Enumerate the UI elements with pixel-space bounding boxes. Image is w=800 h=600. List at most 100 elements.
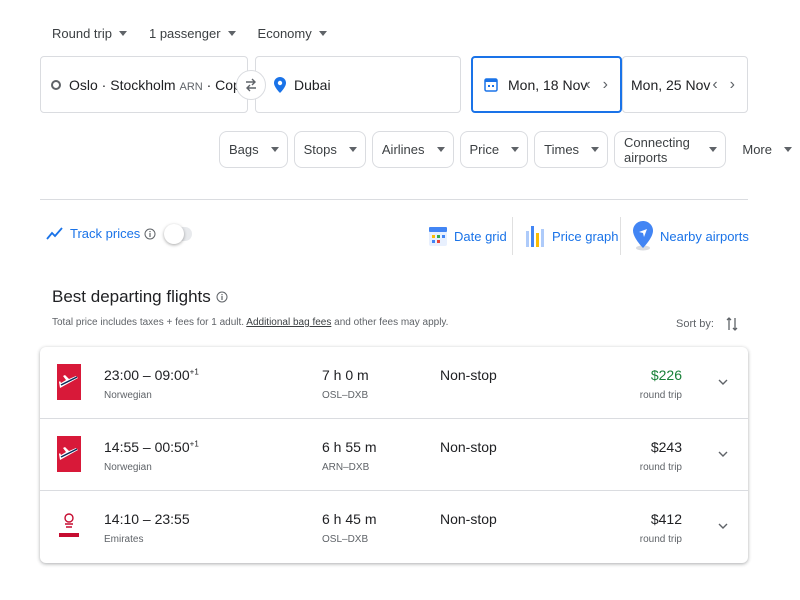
tool-separator <box>512 217 513 255</box>
caret-down-icon <box>270 147 279 152</box>
chip-label: Stops <box>303 142 337 157</box>
divider <box>40 199 748 200</box>
flight-duration: 7 h 0 m <box>322 367 369 383</box>
flight-times: 23:00 – 09:00+1 <box>104 367 199 383</box>
emirates-logo-icon <box>59 513 79 537</box>
date-grid-button[interactable]: Date grid <box>428 218 507 254</box>
chevron-right-icon[interactable]: › <box>603 76 608 94</box>
norwegian-logo-icon <box>57 436 81 472</box>
section-title-text: Best departing flights <box>52 287 211 306</box>
info-icon[interactable] <box>144 228 156 240</box>
flight-route: OSL–DXB <box>322 534 369 545</box>
origin-code: ARN <box>179 80 203 93</box>
toggle-knob <box>164 223 185 244</box>
section-title: Best departing flights <box>52 287 228 307</box>
flight-price: $243 <box>650 439 682 455</box>
cabin-class-label: Economy <box>257 25 312 41</box>
nearby-airports-label: Nearby airports <box>660 228 749 244</box>
sort-control[interactable]: Sort by: <box>676 316 738 332</box>
flight-stops: Non-stop <box>440 439 497 455</box>
chip-label: Price <box>469 142 500 157</box>
info-icon[interactable] <box>216 291 228 303</box>
chip-label: More <box>742 142 772 157</box>
origin-circle-icon <box>51 79 61 90</box>
price-graph-button[interactable]: Price graph <box>524 218 618 254</box>
filter-chips: Bags Stops Airlines Price Times Connecti… <box>219 131 800 168</box>
price-graph-label: Price graph <box>552 228 619 244</box>
chip-label: Airlines <box>381 142 425 157</box>
flight-row[interactable]: 23:00 – 09:00+1 Norwegian 7 h 0 m OSL–DX… <box>40 347 748 419</box>
price-note-text: Total price includes taxes + fees for 1 … <box>52 317 247 328</box>
filter-bags[interactable]: Bags <box>219 131 288 168</box>
chevron-left-icon[interactable]: ‹ <box>585 76 590 94</box>
price-note-suffix: and other fees may apply. <box>331 317 449 328</box>
tool-separator <box>620 217 621 255</box>
trend-icon <box>46 226 63 240</box>
sort-label: Sort by: <box>676 318 714 330</box>
flight-results: 23:00 – 09:00+1 Norwegian 7 h 0 m OSL–DX… <box>40 347 748 563</box>
swap-button[interactable] <box>236 70 266 100</box>
return-date-field[interactable]: Mon, 25 Nov ‹ › <box>622 56 748 113</box>
flight-price: $412 <box>650 511 682 527</box>
chevron-left-icon[interactable]: ‹ <box>712 76 717 94</box>
departure-date-field[interactable]: Mon, 18 Nov ‹ › <box>471 56 622 113</box>
price-type: round trip <box>639 534 682 545</box>
nearby-airports-icon <box>633 221 653 251</box>
price-type: round trip <box>639 390 682 401</box>
filter-times[interactable]: Times <box>534 131 609 168</box>
flight-row[interactable]: 14:55 – 00:50+1 Norwegian 6 h 55 m ARN–D… <box>40 419 748 491</box>
flight-route: OSL–DXB <box>322 390 369 401</box>
flight-price: $226 <box>650 367 682 383</box>
caret-down-icon <box>709 147 718 152</box>
flight-times-text: 14:55 – 00:50 <box>104 439 190 455</box>
cabin-class-select[interactable]: Economy <box>258 22 327 44</box>
caret-down-icon <box>784 147 792 152</box>
flight-stops: Non-stop <box>440 367 497 383</box>
airline-name: Norwegian <box>104 462 152 473</box>
flight-times-text: 23:00 – 09:00 <box>104 367 190 383</box>
flight-times-text: 14:10 – 23:55 <box>104 511 190 527</box>
swap-icon <box>246 78 256 92</box>
date-grid-label: Date grid <box>454 228 507 244</box>
chip-label: Connecting airports <box>624 134 690 165</box>
return-date-value: Mon, 25 Nov <box>631 76 711 93</box>
price-graph-icon <box>526 226 544 247</box>
flight-row[interactable]: 14:10 – 23:55 Emirates 6 h 45 m OSL–DXB … <box>40 491 748 563</box>
price-note: Total price includes taxes + fees for 1 … <box>52 317 448 328</box>
flight-duration: 6 h 45 m <box>322 511 377 527</box>
next-day-marker: +1 <box>189 367 199 377</box>
destination-value: Dubai <box>294 76 331 93</box>
flight-times: 14:10 – 23:55 <box>104 511 190 527</box>
filter-more[interactable]: More <box>732 131 800 168</box>
caret-down-icon <box>436 147 445 152</box>
departure-date-value: Mon, 18 Nov <box>508 76 588 93</box>
chevron-right-icon[interactable]: › <box>730 76 735 94</box>
filter-price[interactable]: Price <box>459 131 529 168</box>
caret-down-icon <box>118 30 127 36</box>
passengers-label: 1 passenger <box>148 25 221 41</box>
filter-airlines[interactable]: Airlines <box>371 131 454 168</box>
track-prices-label: Track prices <box>70 226 141 241</box>
destination-field[interactable]: Dubai <box>255 56 461 113</box>
filter-stops[interactable]: Stops <box>293 131 366 168</box>
trip-options-bar: Round trip 1 passenger Economy <box>52 22 349 44</box>
calendar-icon <box>484 77 498 92</box>
origin-field[interactable]: Oslo · Stockholm ARN · Copenh... <box>40 56 248 113</box>
caret-down-icon <box>511 147 520 152</box>
origin-value: Oslo · Stockholm ARN · Copenh... <box>69 77 247 93</box>
trip-type-select[interactable]: Round trip <box>52 22 127 44</box>
filter-connecting-airports[interactable]: Connecting airports <box>614 131 727 168</box>
airline-name: Emirates <box>104 534 144 545</box>
sort-icon <box>726 317 738 331</box>
track-prices: Track prices <box>46 223 193 244</box>
flight-times: 14:55 – 00:50+1 <box>104 439 199 455</box>
track-prices-toggle[interactable] <box>164 223 193 244</box>
expand-chevron-icon[interactable] <box>718 373 728 388</box>
nearby-airports-button[interactable]: Nearby airports <box>632 218 749 254</box>
expand-chevron-icon[interactable] <box>718 517 728 532</box>
passengers-select[interactable]: 1 passenger <box>149 22 236 44</box>
trip-type-label: Round trip <box>52 25 112 41</box>
origin-main: Oslo · Stockholm <box>69 76 176 93</box>
bag-fees-link[interactable]: Additional bag fees <box>246 317 331 328</box>
expand-chevron-icon[interactable] <box>718 445 728 460</box>
